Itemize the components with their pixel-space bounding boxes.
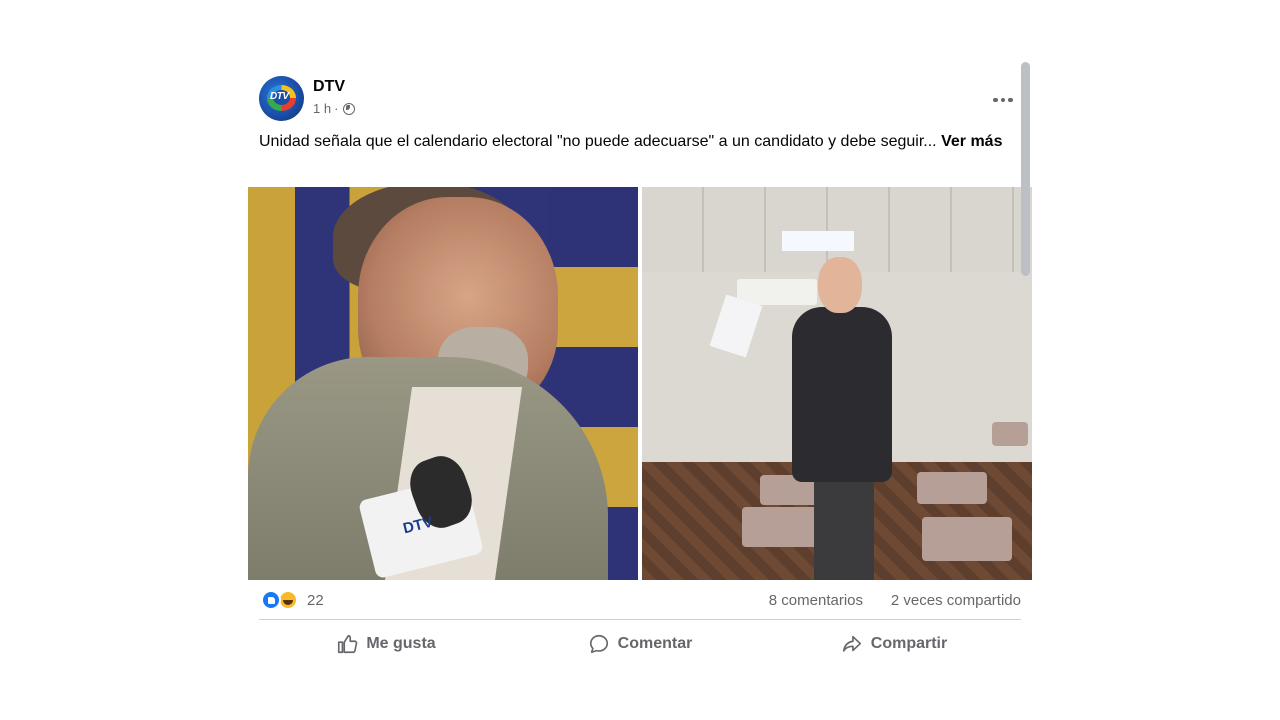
chair	[742, 507, 822, 547]
comment-bubble-icon	[589, 634, 608, 654]
shares-count[interactable]: 2 veces compartido	[891, 592, 1021, 609]
share-arrow-icon	[842, 635, 861, 652]
post-body: Unidad señala que el calendario electora…	[259, 133, 937, 150]
post-meta: 1 h ·	[313, 101, 356, 116]
person-body	[792, 307, 892, 482]
comments-count[interactable]: 8 comentarios	[769, 592, 863, 609]
ceiling-light	[782, 231, 854, 251]
haha-reaction-icon	[278, 590, 298, 610]
like-reaction-icon	[261, 590, 281, 610]
meta-separator: ·	[334, 101, 339, 116]
like-label: Me gusta	[366, 635, 436, 652]
like-button[interactable]: Me gusta	[259, 624, 513, 664]
chair	[917, 472, 987, 504]
post-timestamp[interactable]: 1 h	[313, 101, 331, 116]
actions-divider	[259, 619, 1021, 620]
chair	[922, 517, 1012, 561]
post-stats: 22 8 comentarios 2 veces compartido	[259, 588, 1021, 612]
share-button[interactable]: Compartir	[767, 624, 1021, 664]
more-dot	[1000, 97, 1006, 103]
scrollbar-thumb[interactable]	[1021, 62, 1030, 276]
photo-left[interactable]: DTV	[248, 187, 638, 580]
page-avatar[interactable]: DTV	[259, 76, 304, 121]
post-actions: Me gusta Comentar Compartir	[259, 624, 1021, 664]
person-head	[818, 257, 862, 313]
more-dot	[1008, 97, 1013, 103]
comment-label: Comentar	[617, 635, 693, 652]
photo-right[interactable]	[642, 187, 1032, 580]
more-options-button[interactable]	[989, 86, 1017, 114]
person-legs	[814, 477, 874, 580]
post-media[interactable]: DTV	[248, 187, 1032, 580]
see-more-link[interactable]: Ver más	[941, 133, 1002, 150]
more-horizontal-icon	[993, 97, 998, 103]
post-header: DTV DTV 1 h ·	[259, 76, 1019, 122]
share-label: Compartir	[870, 635, 948, 652]
chair	[992, 422, 1028, 446]
post-card: DTV DTV 1 h · Unidad señala que el calen…	[248, 62, 1032, 672]
thumbs-up-icon	[338, 634, 358, 654]
globe-icon	[343, 102, 356, 115]
comment-button[interactable]: Comentar	[513, 624, 767, 664]
page-name[interactable]: DTV	[313, 78, 345, 96]
reaction-icons[interactable]	[261, 590, 298, 610]
post-text: Unidad señala que el calendario electora…	[259, 131, 1019, 153]
reaction-count[interactable]: 22	[307, 592, 324, 609]
avatar-logo-text: DTV	[270, 91, 289, 102]
